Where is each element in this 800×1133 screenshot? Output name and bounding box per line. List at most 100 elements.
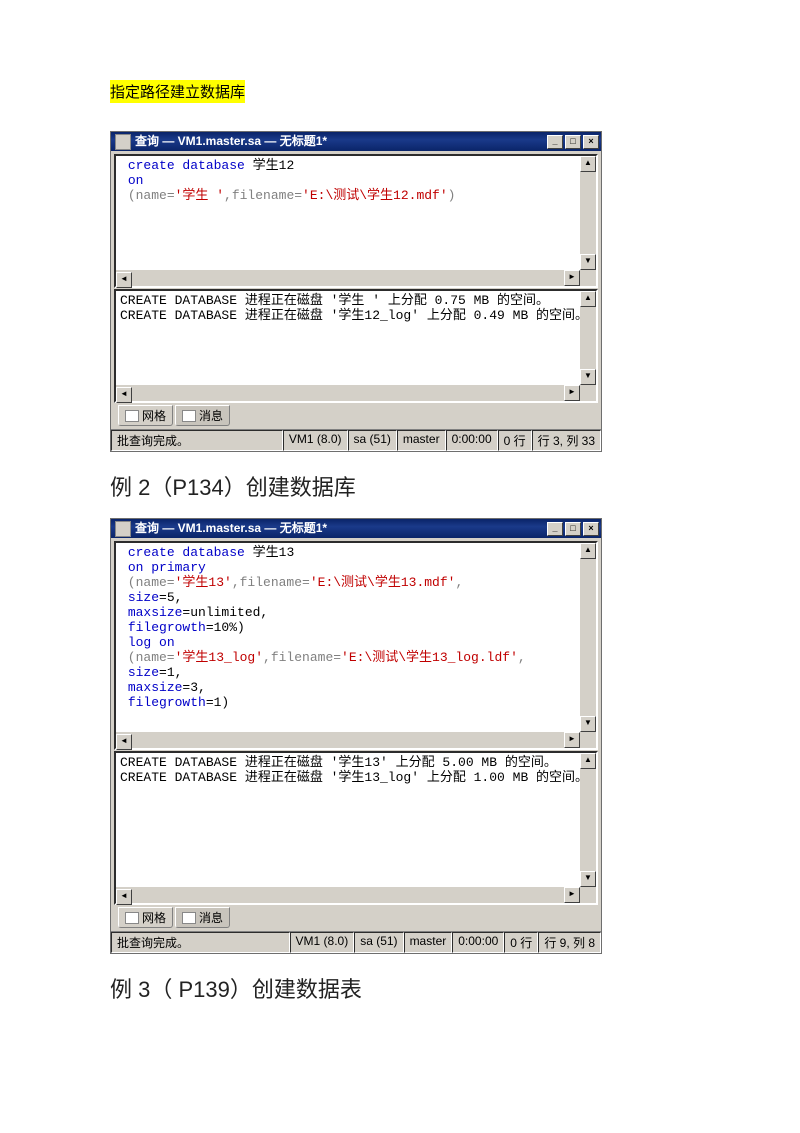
tab-grid[interactable]: 网格 — [118, 405, 173, 426]
ident: 学生13 — [245, 545, 294, 560]
scroll-down-button[interactable]: ▼ — [580, 254, 596, 270]
vertical-scrollbar[interactable]: ▲▼ — [580, 156, 596, 270]
tab-label: 网格 — [142, 909, 166, 926]
kw: filegrowth — [128, 695, 206, 710]
punct: , — [518, 650, 526, 665]
scroll-right-button[interactable]: ► — [564, 887, 580, 903]
kw: log on — [128, 635, 175, 650]
code-text[interactable]: create database 学生13 on primary (name='学… — [116, 543, 596, 712]
code-editor-pane[interactable]: create database 学生12 on (name='学生 ',file… — [114, 154, 598, 288]
status-db: master — [397, 430, 446, 451]
status-cursor: 行 3, 列 33 — [532, 430, 601, 451]
scroll-up-button[interactable]: ▲ — [580, 291, 596, 307]
status-rows: 0 行 — [504, 932, 538, 953]
scroll-left-button[interactable]: ◄ — [116, 889, 132, 905]
window-title: 查询 — VM1.master.sa — 无标题1* — [135, 519, 547, 538]
status-msg: 批查询完成。 — [111, 932, 290, 953]
scroll-right-button[interactable]: ► — [564, 385, 580, 401]
window-title: 查询 — VM1.master.sa — 无标题1* — [135, 132, 547, 151]
status-time: 0:00:00 — [446, 430, 498, 451]
statusbar: 批查询完成。 VM1 (8.0) sa (51) master 0:00:00 … — [111, 931, 601, 953]
horizontal-scrollbar[interactable]: ◄► — [116, 385, 580, 401]
horizontal-scrollbar[interactable]: ◄► — [116, 887, 580, 903]
tab-label: 消息 — [199, 407, 223, 424]
scroll-right-button[interactable]: ► — [564, 732, 580, 748]
status-server: VM1 (8.0) — [283, 430, 348, 451]
grid-icon — [125, 410, 139, 422]
status-user: sa (51) — [348, 430, 397, 451]
result-tabs: 网格 消息 — [114, 905, 598, 928]
tab-label: 网格 — [142, 407, 166, 424]
status-user: sa (51) — [354, 932, 403, 953]
kw: size — [128, 665, 159, 680]
vertical-scrollbar[interactable]: ▲▼ — [580, 291, 596, 385]
scroll-down-button[interactable]: ▼ — [580, 369, 596, 385]
string: '学生 ' — [175, 188, 224, 203]
punct: ,filename= — [263, 650, 341, 665]
statusbar: 批查询完成。 VM1 (8.0) sa (51) master 0:00:00 … — [111, 429, 601, 451]
scroll-up-button[interactable]: ▲ — [580, 156, 596, 172]
tab-messages[interactable]: 消息 — [175, 907, 230, 928]
status-db: master — [404, 932, 453, 953]
punct: ,filename= — [232, 575, 310, 590]
scroll-left-button[interactable]: ◄ — [116, 734, 132, 750]
status-server: VM1 (8.0) — [290, 932, 355, 953]
minimize-button[interactable]: _ — [547, 135, 563, 149]
maximize-button[interactable]: □ — [565, 135, 581, 149]
tab-grid[interactable]: 网格 — [118, 907, 173, 928]
code-editor-pane[interactable]: create database 学生13 on primary (name='学… — [114, 541, 598, 750]
kw: on primary — [128, 560, 206, 575]
heading-example-2: 例 2（P134）创建数据库 — [110, 470, 690, 502]
scroll-down-button[interactable]: ▼ — [580, 716, 596, 732]
status-rows: 0 行 — [498, 430, 532, 451]
scroll-corner — [580, 732, 596, 748]
scroll-left-button[interactable]: ◄ — [116, 272, 132, 288]
scroll-right-button[interactable]: ► — [564, 270, 580, 286]
titlebar[interactable]: 查询 — VM1.master.sa — 无标题1* _ □ × — [111, 519, 601, 538]
string: '学生13_log' — [175, 650, 263, 665]
horizontal-scrollbar[interactable]: ◄► — [116, 270, 580, 286]
kw: create database — [128, 158, 245, 173]
punct: ) — [448, 188, 456, 203]
scroll-left-button[interactable]: ◄ — [116, 387, 132, 403]
grid-icon — [125, 912, 139, 924]
string: '学生13' — [175, 575, 232, 590]
punct: (name= — [120, 650, 175, 665]
punct: =1, — [159, 665, 182, 680]
vertical-scrollbar[interactable]: ▲▼ — [580, 543, 596, 732]
scroll-up-button[interactable]: ▲ — [580, 543, 596, 559]
message-text: CREATE DATABASE 进程正在磁盘 '学生13' 上分配 5.00 M… — [116, 753, 596, 787]
horizontal-scrollbar[interactable]: ◄► — [116, 732, 580, 748]
tab-messages[interactable]: 消息 — [175, 405, 230, 426]
kw: size — [128, 590, 159, 605]
string: 'E:\测试\学生13_log.ldf' — [341, 650, 518, 665]
maximize-button[interactable]: □ — [565, 522, 581, 536]
messages-icon — [182, 912, 196, 924]
vertical-scrollbar[interactable]: ▲▼ — [580, 753, 596, 887]
message-pane[interactable]: CREATE DATABASE 进程正在磁盘 '学生 ' 上分配 0.75 MB… — [114, 289, 598, 403]
punct: (name= — [128, 188, 175, 203]
ident: 学生12 — [245, 158, 294, 173]
punct: =3, — [182, 680, 205, 695]
punct: =unlimited, — [182, 605, 268, 620]
punct: =10%) — [206, 620, 245, 635]
code-text[interactable]: create database 学生12 on (name='学生 ',file… — [116, 156, 596, 205]
message-text: CREATE DATABASE 进程正在磁盘 '学生 ' 上分配 0.75 MB… — [116, 291, 596, 325]
msg-line: CREATE DATABASE 进程正在磁盘 '学生13' 上分配 5.00 M… — [120, 755, 557, 770]
minimize-button[interactable]: _ — [547, 522, 563, 536]
close-button[interactable]: × — [583, 135, 599, 149]
kw: filegrowth — [128, 620, 206, 635]
scroll-up-button[interactable]: ▲ — [580, 753, 596, 769]
app-icon — [115, 134, 131, 150]
scroll-corner — [580, 385, 596, 401]
message-pane[interactable]: CREATE DATABASE 进程正在磁盘 '学生13' 上分配 5.00 M… — [114, 751, 598, 905]
tab-label: 消息 — [199, 909, 223, 926]
kw: maxsize — [128, 680, 183, 695]
scroll-corner — [580, 887, 596, 903]
close-button[interactable]: × — [583, 522, 599, 536]
titlebar[interactable]: 查询 — VM1.master.sa — 无标题1* _ □ × — [111, 132, 601, 151]
string: 'E:\测试\学生12.mdf' — [302, 188, 448, 203]
msg-line: CREATE DATABASE 进程正在磁盘 '学生13_log' 上分配 1.… — [120, 770, 588, 785]
messages-icon — [182, 410, 196, 422]
scroll-down-button[interactable]: ▼ — [580, 871, 596, 887]
